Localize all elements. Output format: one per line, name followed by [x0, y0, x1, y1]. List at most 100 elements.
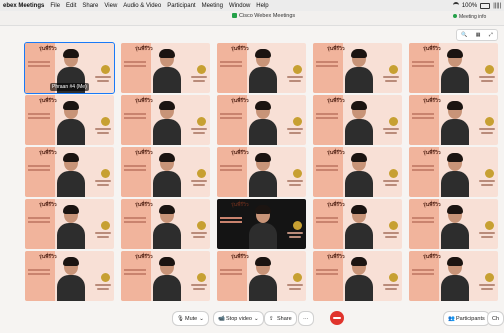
participant-hair: [447, 49, 463, 58]
end-call-button[interactable]: [330, 311, 344, 325]
participant-video-tile[interactable]: รุ่นพี่รีวิว: [121, 251, 210, 301]
participant-video-tile[interactable]: รุ่นพี่รีวิว: [409, 147, 498, 197]
chevron-down-icon[interactable]: ⌄: [254, 316, 259, 322]
participant-video-tile[interactable]: รุ่นพี่รีวิว: [313, 251, 402, 301]
tile-logo: รุ่นพี่รีวิว: [135, 254, 153, 260]
participant-body: [57, 171, 85, 197]
meeting-info-button[interactable]: Meeting info: [453, 14, 486, 20]
tile-caption-line: [481, 80, 493, 82]
participant-video-tile[interactable]: รุ่นพี่รีวิว: [409, 95, 498, 145]
menu-view[interactable]: View: [101, 3, 120, 9]
participant-video-tile[interactable]: รุ่นพี่รีวิว: [217, 147, 306, 197]
tile-caption-line: [287, 232, 303, 234]
participant-video-tile[interactable]: รุ่นพี่รีวิว Phraan #4 (Me): [24, 42, 115, 94]
chat-label: Ch: [492, 315, 500, 322]
seal-icon: [197, 221, 206, 230]
tile-caption-line: [193, 184, 205, 186]
menu-help[interactable]: Help: [253, 3, 271, 9]
camera-icon: 📹: [218, 315, 225, 322]
shield-icon: [453, 14, 457, 18]
video-grid: รุ่นพี่รีวิว Phraan #4 (Me) รุ่นพี่รีวิว รุ…: [24, 42, 503, 301]
participant-video-tile[interactable]: รุ่นพี่รีวิว: [409, 199, 498, 249]
zoom-controls[interactable]: 🔍 ▦ ⤢: [456, 29, 498, 41]
meeting-info-label: Meeting info: [459, 14, 487, 20]
tile-caption-line: [287, 128, 303, 130]
tile-logo: รุ่นพี่รีวิว: [135, 98, 153, 104]
participant-avatar: [345, 49, 373, 93]
tile-text-line: [28, 65, 50, 67]
tile-caption-line: [193, 288, 205, 290]
participant-video-tile[interactable]: รุ่นพี่รีวิว: [121, 147, 210, 197]
participant-body: [345, 119, 373, 145]
participant-body: [345, 67, 373, 93]
participant-video-tile[interactable]: รุ่นพี่รีวิว: [409, 43, 498, 93]
chat-button[interactable]: Ch: [487, 311, 504, 326]
participant-hair: [255, 49, 271, 58]
tile-text-line: [412, 217, 434, 219]
grid-layout-icon[interactable]: ▦: [476, 32, 481, 38]
tile-text-line: [220, 269, 242, 271]
seal-icon: [197, 273, 206, 282]
participant-video-tile[interactable]: รุ่นพี่รีวิว: [121, 43, 210, 93]
menu-meeting[interactable]: Meeting: [199, 3, 226, 9]
participant-video-tile[interactable]: รุ่นพี่รีวิว: [25, 147, 114, 197]
participant-avatar: [345, 205, 373, 249]
participant-hair: [159, 49, 175, 58]
tile-logo: รุ่นพี่รีวิว: [39, 46, 57, 52]
wifi-icon[interactable]: [452, 2, 459, 9]
battery-icon[interactable]: [480, 2, 491, 9]
tile-text-line: [412, 169, 434, 171]
more-options-button[interactable]: ···: [298, 311, 314, 326]
menu-window[interactable]: Window: [226, 3, 253, 9]
participant-video-tile[interactable]: รุ่นพี่รีวิว: [313, 199, 402, 249]
participant-avatar: [153, 205, 181, 249]
participant-hair: [159, 101, 175, 110]
menu-app[interactable]: ebex Meetings: [0, 3, 47, 9]
tile-caption-line: [191, 232, 207, 234]
participant-video-tile[interactable]: รุ่นพี่รีวิว: [313, 147, 402, 197]
participant-body: [441, 171, 469, 197]
participant-body: [249, 171, 277, 197]
share-button[interactable]: ⇪ Share: [264, 311, 297, 326]
participant-video-tile[interactable]: รุ่นพี่รีวิว: [217, 199, 306, 249]
participant-avatar: [345, 257, 373, 301]
participant-video-tile[interactable]: รุ่นพี่รีวิว: [121, 199, 210, 249]
participant-video-tile[interactable]: รุ่นพี่รีวิว: [25, 251, 114, 301]
menu-share[interactable]: Share: [79, 3, 101, 9]
participant-video-tile[interactable]: รุ่นพี่รีวิว: [25, 199, 114, 249]
participant-video-tile[interactable]: รุ่นพี่รีวิว: [217, 95, 306, 145]
tile-text-line: [124, 65, 146, 67]
participants-button[interactable]: 👥 Participants: [443, 311, 490, 326]
search-icon[interactable]: 🔍: [461, 32, 467, 38]
participant-body: [153, 119, 181, 145]
tile-logo: รุ่นพี่รีวิว: [135, 46, 153, 52]
participant-avatar: [153, 257, 181, 301]
tile-text-line: [124, 117, 146, 119]
chevron-down-icon[interactable]: ⌄: [199, 316, 204, 322]
seal-icon: [485, 221, 494, 230]
tile-text-line: [316, 113, 338, 115]
seal-icon: [197, 169, 206, 178]
seal-icon: [197, 117, 206, 126]
mute-button[interactable]: 🎙 Mute ⌄: [172, 311, 209, 326]
fullscreen-icon[interactable]: ⤢: [489, 32, 493, 38]
participant-video-tile[interactable]: รุ่นพี่รีวิว: [313, 43, 402, 93]
menu-edit[interactable]: Edit: [63, 3, 79, 9]
participant-video-tile[interactable]: รุ่นพี่รีวิว: [121, 95, 210, 145]
tile-logo: รุ่นพี่รีวิว: [39, 254, 57, 260]
menu-file[interactable]: File: [47, 3, 63, 9]
participant-video-tile[interactable]: รุ่นพี่รีวิว: [25, 95, 114, 145]
menu-audio-video[interactable]: Audio & Video: [120, 3, 164, 9]
seal-icon: [197, 65, 206, 74]
menu-participant[interactable]: Participant: [164, 3, 198, 9]
participant-video-tile[interactable]: รุ่นพี่รีวิว: [217, 43, 306, 93]
tile-text-line: [316, 217, 338, 219]
participant-video-tile[interactable]: รุ่นพี่รีวิว: [409, 251, 498, 301]
webex-window: Cisco Webex Meetings Meeting info 🔍 ▦ ⤢ …: [0, 11, 504, 333]
participant-video-tile[interactable]: รุ่นพี่รีวิว: [313, 95, 402, 145]
tile-caption-line: [385, 80, 397, 82]
tile-caption-line: [479, 284, 495, 286]
participant-video-tile[interactable]: รุ่นพี่รีวิว: [217, 251, 306, 301]
seal-icon: [293, 273, 302, 282]
stop-video-button[interactable]: 📹 Stop video ⌄: [213, 311, 264, 326]
